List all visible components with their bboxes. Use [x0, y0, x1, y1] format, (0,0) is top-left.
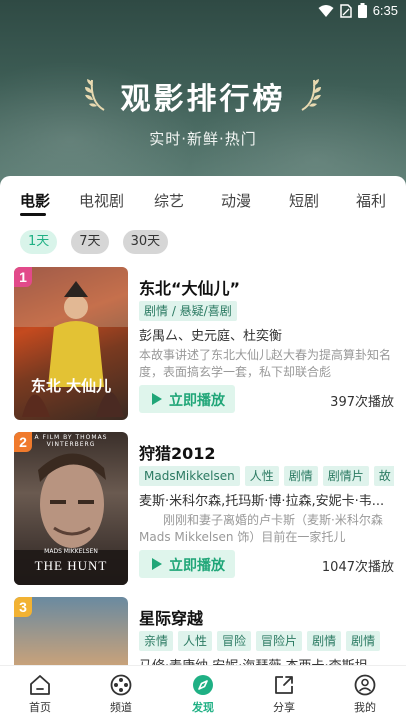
movie-tag[interactable]: 冒险 — [217, 631, 252, 651]
status-bar: 6:35 — [0, 0, 406, 24]
movie-tag[interactable]: 人性 — [178, 631, 213, 651]
movie-tag[interactable]: 人性 — [244, 466, 279, 486]
poster-title-text: 东北 大仙儿 — [30, 377, 112, 395]
ranking-panel: 电影 电视剧 综艺 动漫 短剧 福利 1天 7天 30天 东北 大仙儿 1 东北… — [0, 176, 406, 665]
nav-mine[interactable]: 我的 — [335, 674, 395, 715]
movie-tag[interactable]: 剧情 — [307, 631, 342, 651]
play-icon — [152, 558, 162, 570]
share-icon — [275, 676, 293, 694]
rank-badge: 2 — [14, 432, 32, 452]
movie-cast: 彭禺厶、史元庭、杜奕衡 — [139, 329, 283, 344]
tab-anime[interactable]: 动漫 — [221, 190, 251, 211]
play-icon — [152, 393, 162, 405]
tab-variety[interactable]: 综艺 — [154, 190, 184, 211]
movie-poster[interactable]: 3 — [14, 597, 128, 665]
play-button-label: 立即播放 — [169, 393, 225, 409]
nav-home[interactable]: 首页 — [10, 674, 70, 715]
movie-item[interactable]: 3 星际穿越 亲情 人性 冒险 冒险片 剧情 剧情 马修·麦康纳,安妮·海瑟薇,… — [14, 597, 394, 665]
movie-poster[interactable]: A FILM BY THOMAS VINTERBERG MADS MIKKELS… — [14, 432, 128, 585]
movie-description: 本故事讲述了东北大仙儿赵大春为提高算卦知名度，表面搞玄学一套，私下却联合彪 — [139, 348, 392, 379]
hero-title: 观影排行榜 — [120, 82, 286, 117]
laurel-right-icon — [301, 79, 321, 111]
tab-short-drama[interactable]: 短剧 — [289, 190, 319, 211]
wifi-icon — [318, 4, 334, 17]
play-now-button[interactable]: 立即播放 — [139, 385, 235, 413]
poster-title-text: THE HUNT — [34, 558, 108, 573]
movie-tags: 亲情 人性 冒险 冒险片 剧情 剧情 — [139, 631, 394, 651]
tab-tv[interactable]: 电视剧 — [79, 190, 124, 211]
movie-title[interactable]: 狩猎2012 — [139, 440, 216, 464]
nav-label: 分享 — [273, 701, 295, 714]
movie-poster[interactable]: 东北 大仙儿 1 — [14, 267, 128, 420]
nav-label: 首页 — [29, 701, 51, 714]
play-count: 397次播放 — [330, 395, 394, 410]
movie-title[interactable]: 东北“大仙儿” — [139, 275, 240, 299]
movie-cast: 马修·麦康纳,安妮·海瑟薇,杰西卡·查斯坦 — [139, 655, 394, 665]
home-icon — [30, 675, 50, 695]
movie-tag[interactable]: 剧情 / 悬疑/喜剧 — [139, 301, 237, 321]
rank-badge: 3 — [14, 597, 32, 617]
movie-tag[interactable]: 剧情 — [346, 631, 381, 651]
play-count: 1047次播放 — [321, 560, 394, 575]
user-icon — [354, 674, 376, 696]
nav-discover[interactable]: 发现 — [173, 674, 233, 715]
nav-label: 我的 — [354, 701, 376, 714]
movie-description: 刚刚和妻子离婚的卢卡斯（麦斯·米科尔森 Mads Mikkelsen 饰）目前在… — [139, 513, 383, 544]
nav-label: 频道 — [110, 701, 132, 714]
tab-welfare[interactable]: 福利 — [356, 190, 386, 211]
movie-item[interactable]: A FILM BY THOMAS VINTERBERG MADS MIKKELS… — [14, 432, 394, 586]
battery-icon — [357, 3, 367, 18]
range-chip-30days[interactable]: 30天 — [122, 230, 169, 254]
movie-tag[interactable]: 故 — [373, 466, 394, 486]
range-chip-7days[interactable]: 7天 — [71, 230, 109, 254]
sim-icon — [339, 3, 352, 18]
movie-tags: 剧情 / 悬疑/喜剧 — [139, 301, 394, 321]
movie-cast: 麦斯·米科尔森,托玛斯·博·拉森,安妮卡·韦... — [139, 494, 385, 509]
nav-channels[interactable]: 频道 — [91, 674, 151, 715]
movie-tag[interactable]: 剧情片 — [322, 466, 369, 486]
range-chip-1day[interactable]: 1天 — [20, 230, 58, 254]
nav-label: 发现 — [192, 701, 214, 714]
poster-actor-text: MADS MIKKELSEN — [44, 548, 98, 555]
movie-title[interactable]: 星际穿越 — [139, 605, 203, 629]
poster-art — [14, 267, 128, 417]
movie-tag[interactable]: 冒险片 — [256, 631, 303, 651]
category-tabs: 电影 电视剧 综艺 动漫 短剧 福利 — [0, 176, 406, 220]
nav-share[interactable]: 分享 — [254, 674, 314, 715]
tab-movie[interactable]: 电影 — [20, 190, 50, 211]
movie-tag[interactable]: MadsMikkelsen — [139, 466, 240, 486]
active-tab-indicator — [20, 213, 46, 216]
bottom-navigation: 首页 频道 发现 分享 我的 — [0, 665, 406, 725]
play-now-button[interactable]: 立即播放 — [139, 550, 235, 578]
movie-tag[interactable]: 剧情 — [283, 466, 318, 486]
movie-tag[interactable]: 亲情 — [139, 631, 174, 651]
hero-subtitle: 实时·新鲜·热门 — [149, 130, 257, 148]
compass-icon — [193, 675, 213, 695]
movie-tags: MadsMikkelsen 人性 剧情 剧情片 故 — [139, 466, 394, 486]
film-reel-icon — [110, 674, 132, 696]
hero-banner: 6:35 观影排行榜 实时·新鲜·热门 — [0, 0, 406, 192]
rank-badge: 1 — [14, 267, 32, 287]
time-range-chips: 1天 7天 30天 — [20, 230, 169, 254]
movie-item[interactable]: 东北 大仙儿 1 东北“大仙儿” 剧情 / 悬疑/喜剧 彭禺厶、史元庭、杜奕衡 … — [14, 267, 394, 421]
play-button-label: 立即播放 — [169, 558, 225, 574]
status-time: 6:35 — [372, 3, 398, 18]
